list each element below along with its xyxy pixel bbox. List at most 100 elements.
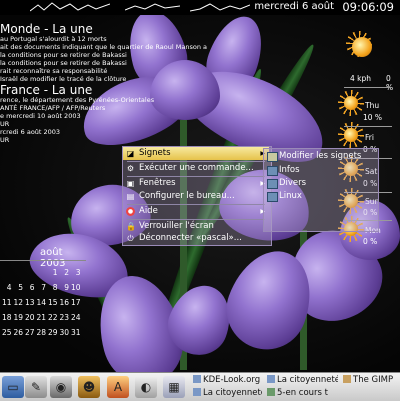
sun-icon <box>338 122 364 148</box>
submenu-item-divers[interactable]: Divers <box>264 176 376 190</box>
submenu-item-linux[interactable]: Linux <box>264 189 376 203</box>
weather-day: Fri <box>365 133 374 142</box>
calendar-day[interactable]: 17 <box>69 298 81 307</box>
konqueror-launcher-icon[interactable]: ◐ <box>135 376 157 398</box>
load-monitor-graph <box>125 3 180 11</box>
calendar-day[interactable]: 18 <box>0 313 12 322</box>
calendar-day[interactable]: 23 <box>58 313 69 322</box>
calendar-divider <box>0 260 86 261</box>
monitor-launcher-icon[interactable]: ▭ <box>2 376 24 398</box>
calendar-day[interactable]: 5 <box>12 283 23 292</box>
menu-item-help[interactable]: ● Aide ▶ <box>123 205 269 218</box>
news-france-title[interactable]: France - La une <box>0 83 92 97</box>
window-icon <box>267 388 275 396</box>
text-editor-launcher-icon[interactable]: A <box>107 376 129 398</box>
news-france-headline[interactable]: e mercredi 10 août 2003 <box>0 112 81 120</box>
taskbar-task[interactable]: 5-en cours t <box>266 387 338 399</box>
taskbar-task[interactable]: La citoyenneté <box>192 387 262 399</box>
window-list-icon[interactable]: ▦ <box>163 376 185 398</box>
folder-icon <box>267 166 278 176</box>
calendar-day[interactable]: 21 <box>35 313 46 322</box>
windows-icon: ▣ <box>126 179 135 188</box>
calendar-day[interactable]: 11 <box>0 298 12 307</box>
window-icon <box>267 375 275 383</box>
calendar-day[interactable]: 20 <box>23 313 35 322</box>
news-world-headline[interactable]: au Portugal s'alourdit à 12 morts <box>0 35 107 43</box>
bookmarks-submenu: Modifier les signets Infos Divers Linux <box>263 148 379 232</box>
calendar-day[interactable]: 26 <box>12 328 23 337</box>
news-world-headline[interactable]: rait reconnaître sa responsabilité <box>0 67 107 75</box>
calendar-day[interactable]: 4 <box>0 283 12 292</box>
window-icon <box>193 388 201 396</box>
window-icon <box>193 375 201 383</box>
calendar-day[interactable]: 9 <box>58 283 69 292</box>
calendar-day[interactable]: 1 <box>46 268 58 277</box>
calendar-day[interactable]: 6 <box>23 283 35 292</box>
news-world-headline[interactable]: la conditions pour se retirer de Bakassi <box>0 51 127 59</box>
calendar-day[interactable]: 29 <box>46 328 58 337</box>
news-world-headline[interactable]: la conditions pour se retirer de Bakassi <box>0 59 127 67</box>
calendar-day[interactable]: 28 <box>35 328 46 337</box>
news-france-headline[interactable]: rence, le département des Pyrénées-Orien… <box>0 96 154 104</box>
calendar-month-title: août 2003 <box>40 247 66 269</box>
calendar-day[interactable]: 10 <box>69 283 81 292</box>
news-france-headline[interactable]: ANTÉ FRANCE/AFP / AFP/Reuters <box>0 104 105 112</box>
calendar-day[interactable]: 27 <box>23 328 35 337</box>
menu-item-configure-desktop[interactable]: ▤ Configurer le bureau... <box>123 190 269 203</box>
calendar-day[interactable]: 14 <box>35 298 46 307</box>
calendar-day[interactable]: 24 <box>69 313 81 322</box>
calendar-day[interactable]: 3 <box>69 268 81 277</box>
news-world-headline[interactable]: Israël de modifier le tracé de la clôtur… <box>0 75 126 83</box>
sun-icon <box>346 31 372 57</box>
clock-time: 09:06:09 <box>342 0 394 14</box>
calendar-day[interactable]: 13 <box>23 298 35 307</box>
window-icon <box>343 375 351 383</box>
calendar-day[interactable]: 7 <box>35 283 46 292</box>
bookmark-icon: ◪ <box>126 149 135 158</box>
news-world-title[interactable]: Monde - La une <box>0 22 93 36</box>
menu-item-windows[interactable]: ▣ Fenêtres ▶ <box>123 177 269 190</box>
desktop-wallpaper[interactable]: mercredi 6 août 09:06:09 Monde - La une … <box>0 0 400 372</box>
weather-divider <box>344 87 392 88</box>
calendar-week-row: 25 26 27 28 29 30 31 <box>0 328 81 337</box>
calendar-day[interactable]: 15 <box>46 298 58 307</box>
calendar-day[interactable]: 25 <box>0 328 12 337</box>
calendar-day[interactable]: 2 <box>58 268 69 277</box>
tools-launcher-icon[interactable]: ✎ <box>25 376 47 398</box>
menu-item-run-command[interactable]: ⚙ Exécuter une commande... <box>123 162 269 175</box>
weather-day-precip: 0 % <box>363 237 378 246</box>
calendar-week-row: 11 12 13 14 15 16 17 <box>0 298 81 307</box>
calendar-week-row: 4 5 6 7 8 9 10 <box>0 283 81 292</box>
calendar-day[interactable]: 31 <box>69 328 81 337</box>
calendar-day[interactable]: 8 <box>46 283 58 292</box>
taskbar-task[interactable]: KDE-Look.org <box>192 374 262 386</box>
taskbar-task[interactable]: La citoyenneté <box>266 374 338 386</box>
calendar-day[interactable]: 12 <box>12 298 23 307</box>
news-world-headline[interactable]: ait des documents indiquant que le quart… <box>0 43 207 51</box>
top-panel: mercredi 6 août 09:06:09 <box>0 0 400 15</box>
news-france-headline[interactable]: UR <box>0 120 9 128</box>
submenu-item-edit-bookmarks[interactable]: Modifier les signets <box>264 149 376 163</box>
help-icon: ● <box>126 207 135 216</box>
taskbar: ▭ ✎ ◉ ☻ A ◐ ▦ KDE-Look.org La citoyennet… <box>0 372 400 401</box>
news-france-headline[interactable]: rcredi 6 août 2003 <box>0 128 60 136</box>
calendar-week-row: 123 <box>46 268 81 277</box>
camera-launcher-icon[interactable]: ◉ <box>50 376 72 398</box>
cpu-monitor-graph <box>30 2 110 12</box>
weather-wind: 4 kph <box>350 74 372 83</box>
calendar-week-row: 18 19 20 21 22 23 24 <box>0 313 81 322</box>
menu-item-logout[interactable]: ⏻ Déconnecter «pascal»... <box>123 232 269 245</box>
run-icon: ⚙ <box>126 164 135 173</box>
calendar-day[interactable]: 30 <box>58 328 69 337</box>
lock-icon: 🔒 <box>126 222 136 231</box>
submenu-item-infos[interactable]: Infos <box>264 163 376 177</box>
menu-item-signets[interactable]: ◪ Signets ▶ <box>123 147 269 160</box>
gimp-launcher-icon[interactable]: ☻ <box>78 376 100 398</box>
calendar-day[interactable]: 16 <box>58 298 69 307</box>
taskbar-task[interactable]: The GIMP <box>342 374 400 386</box>
clock-date: mercredi 6 août <box>254 1 334 12</box>
news-france-headline[interactable]: UR <box>0 136 9 144</box>
calendar-day[interactable]: 19 <box>12 313 23 322</box>
calendar-day[interactable]: 22 <box>46 313 58 322</box>
configure-icon: ▤ <box>126 192 135 201</box>
